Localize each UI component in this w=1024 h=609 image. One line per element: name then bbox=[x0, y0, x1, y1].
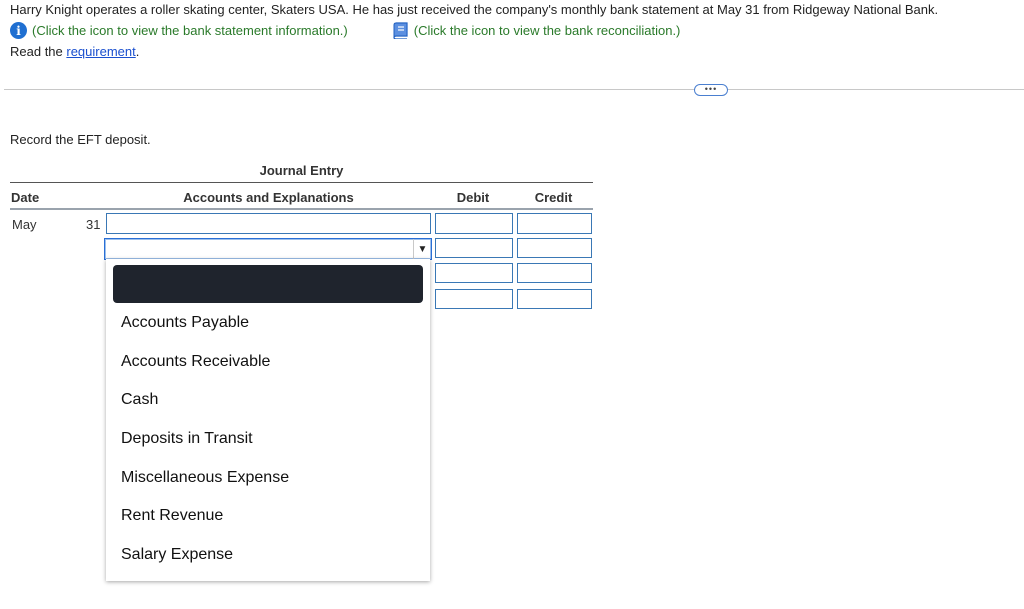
account-input-row-1[interactable] bbox=[106, 213, 431, 234]
read-requirement: Read the requirement. bbox=[10, 44, 139, 59]
dropdown-option[interactable]: Salary Expense bbox=[121, 546, 233, 564]
col-accounts-header: Accounts and Explanations bbox=[183, 190, 354, 205]
bank-statement-link[interactable]: i (Click the icon to view the bank state… bbox=[10, 22, 348, 39]
link-row: i (Click the icon to view the bank state… bbox=[10, 22, 680, 39]
entry-month: May bbox=[12, 217, 37, 232]
col-date-header: Date bbox=[11, 190, 40, 205]
header-rule-bottom bbox=[10, 208, 593, 210]
book-icon[interactable] bbox=[393, 22, 409, 39]
bank-reconciliation-link[interactable]: (Click the icon to view the bank reconci… bbox=[393, 22, 681, 39]
read-suffix: . bbox=[135, 44, 140, 59]
credit-input-row-1[interactable] bbox=[517, 213, 592, 234]
debit-input-row-2[interactable] bbox=[435, 238, 513, 258]
account-dropdown-list: Accounts Payable Accounts Receivable Cas… bbox=[106, 259, 430, 581]
entry-day: 31 bbox=[86, 217, 101, 232]
dropdown-option[interactable]: Deposits in Transit bbox=[121, 430, 253, 448]
bank-statement-link-text[interactable]: (Click the icon to view the bank stateme… bbox=[32, 23, 348, 38]
col-debit-header: Debit bbox=[456, 190, 490, 205]
intro-text: Harry Knight operates a roller skating c… bbox=[10, 2, 939, 17]
dropdown-option-blank-selected[interactable] bbox=[113, 265, 423, 303]
col-credit-header: Credit bbox=[534, 190, 573, 205]
dropdown-option[interactable]: Accounts Payable bbox=[121, 314, 249, 332]
journal-entry-title: Journal Entry bbox=[259, 163, 344, 178]
dropdown-option[interactable]: Cash bbox=[121, 391, 158, 409]
credit-input-row-4[interactable] bbox=[517, 289, 592, 309]
dropdown-arrow-icon[interactable]: ▼ bbox=[413, 239, 431, 259]
header-rule bbox=[10, 182, 593, 183]
bank-reconciliation-link-text[interactable]: (Click the icon to view the bank reconci… bbox=[414, 23, 681, 38]
read-prefix: Read the bbox=[10, 44, 67, 59]
info-icon[interactable]: i bbox=[10, 22, 27, 39]
section-divider bbox=[4, 89, 1024, 90]
requirement-link[interactable]: requirement bbox=[66, 44, 135, 59]
debit-input-row-3[interactable] bbox=[435, 263, 513, 283]
credit-input-row-2[interactable] bbox=[517, 238, 592, 258]
credit-input-row-3[interactable] bbox=[517, 263, 592, 283]
dropdown-option[interactable]: Rent Revenue bbox=[121, 507, 223, 525]
debit-input-row-4[interactable] bbox=[435, 289, 513, 309]
debit-input-row-1[interactable] bbox=[435, 213, 513, 234]
task-instruction: Record the EFT deposit. bbox=[10, 132, 151, 147]
dropdown-option[interactable]: Accounts Receivable bbox=[121, 353, 270, 371]
expand-more-button[interactable]: ••• bbox=[694, 84, 728, 96]
account-select-row-2[interactable]: ▼ bbox=[104, 238, 432, 260]
dropdown-option[interactable]: Miscellaneous Expense bbox=[121, 469, 289, 487]
